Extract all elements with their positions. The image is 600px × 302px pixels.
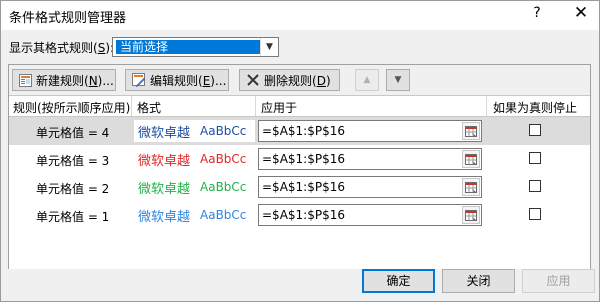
format-preview-chinese: 微软卓越	[138, 153, 191, 169]
column-divider	[255, 96, 256, 116]
rules-panel: 新建规则(N)... 编辑规则(E)... 删除规则(D) ▲ ▼ 规则(按所示…	[8, 64, 591, 269]
applies-to-field[interactable]: =$A$1:$P$16	[258, 176, 482, 198]
rule-row[interactable]: 单元格值 = 1 微软卓越 AaBbCc =$A$1:$P$16	[9, 201, 590, 229]
edit-rule-button[interactable]: 编辑规则(E)...	[125, 69, 229, 91]
rule-row[interactable]: 单元格值 = 4 微软卓越 AaBbCc =$A$1:$P$16	[9, 117, 590, 145]
edit-rule-icon	[132, 73, 146, 87]
arrow-down-icon: ▼	[394, 75, 402, 85]
column-divider	[131, 96, 132, 116]
rules-list: 单元格值 = 4 微软卓越 AaBbCc =$A$1:$P$16 单元格值 = …	[9, 117, 590, 269]
new-rule-button[interactable]: 新建规则(N)...	[12, 69, 116, 91]
conditional-format-rules-manager-dialog: 条件格式规则管理器 ? ✕ 显示其格式规则(S): 当前选择 ▼ 新建规则(N)…	[0, 0, 600, 302]
column-header-rule: 规则(按所示顺序应用)	[13, 101, 131, 115]
rule-name: 单元格值 = 3	[36, 154, 110, 168]
applies-to-value: =$A$1:$P$16	[262, 208, 345, 222]
stop-if-true-checkbox[interactable]	[529, 208, 541, 220]
format-preview-chinese: 微软卓越	[138, 181, 191, 197]
format-preview-latin: AaBbCc	[200, 152, 247, 166]
delete-rule-button[interactable]: 删除规则(D)	[239, 69, 340, 91]
stop-if-true-checkbox[interactable]	[529, 152, 541, 164]
move-up-button[interactable]: ▲	[355, 69, 379, 91]
format-preview-latin: AaBbCc	[200, 124, 247, 138]
applies-to-value: =$A$1:$P$16	[262, 124, 345, 138]
applies-to-value: =$A$1:$P$16	[262, 180, 345, 194]
delete-rule-label: 删除规则(D)	[264, 73, 331, 88]
format-preview: 微软卓越 AaBbCc	[134, 176, 255, 198]
arrow-up-icon: ▲	[363, 75, 371, 85]
new-rule-label: 新建规则(N)...	[36, 73, 114, 88]
column-divider	[486, 96, 487, 116]
window-title: 条件格式规则管理器	[9, 11, 127, 26]
column-header-applies-to: 应用于	[261, 101, 298, 115]
applies-to-value: =$A$1:$P$16	[262, 152, 345, 166]
format-preview: 微软卓越 AaBbCc	[134, 148, 255, 170]
edit-rule-label: 编辑规则(E)...	[150, 73, 227, 88]
format-preview: 微软卓越 AaBbCc	[134, 120, 255, 142]
format-preview-chinese: 微软卓越	[138, 209, 191, 225]
help-button[interactable]: ?	[529, 5, 545, 21]
close-window-button[interactable]: ✕	[572, 3, 590, 23]
rule-row[interactable]: 单元格值 = 2 微软卓越 AaBbCc =$A$1:$P$16	[9, 173, 590, 201]
rule-name: 单元格值 = 4	[36, 126, 110, 140]
format-preview-latin: AaBbCc	[200, 208, 247, 222]
column-header-format: 格式	[137, 101, 162, 115]
rules-grid-header: 规则(按所示顺序应用) 格式 应用于 如果为真则停止	[9, 95, 590, 117]
apply-button[interactable]: 应用	[522, 269, 595, 293]
rule-name: 单元格值 = 1	[36, 210, 110, 224]
rule-row[interactable]: 单元格值 = 3 微软卓越 AaBbCc =$A$1:$P$16	[9, 145, 590, 173]
format-preview-latin: AaBbCc	[200, 180, 247, 194]
range-select-icon[interactable]	[462, 150, 480, 168]
new-rule-icon	[19, 73, 32, 87]
applies-to-field[interactable]: =$A$1:$P$16	[258, 148, 482, 170]
stop-if-true-checkbox[interactable]	[529, 180, 541, 192]
applies-to-field[interactable]: =$A$1:$P$16	[258, 204, 482, 226]
move-down-button[interactable]: ▼	[386, 69, 410, 91]
close-button[interactable]: 关闭	[442, 269, 515, 293]
range-select-icon[interactable]	[462, 122, 480, 140]
format-preview-chinese: 微软卓越	[138, 125, 191, 141]
range-select-icon[interactable]	[462, 178, 480, 196]
applies-to-field[interactable]: =$A$1:$P$16	[258, 120, 482, 142]
title-bar: 条件格式规则管理器 ? ✕	[1, 1, 599, 30]
column-header-stop-if-true: 如果为真则停止	[493, 101, 578, 115]
rule-name: 单元格值 = 2	[36, 182, 110, 196]
format-preview: 微软卓越 AaBbCc	[134, 204, 255, 226]
show-rules-dropdown[interactable]: 当前选择 ▼	[112, 37, 279, 57]
show-rules-selected-value: 当前选择	[116, 40, 261, 54]
delete-x-icon	[246, 73, 260, 87]
chevron-down-icon[interactable]: ▼	[260, 38, 278, 56]
ok-button[interactable]: 确定	[362, 269, 435, 293]
show-rules-label: 显示其格式规则(S):	[9, 41, 115, 55]
stop-if-true-checkbox[interactable]	[529, 124, 541, 136]
range-select-icon[interactable]	[462, 206, 480, 224]
